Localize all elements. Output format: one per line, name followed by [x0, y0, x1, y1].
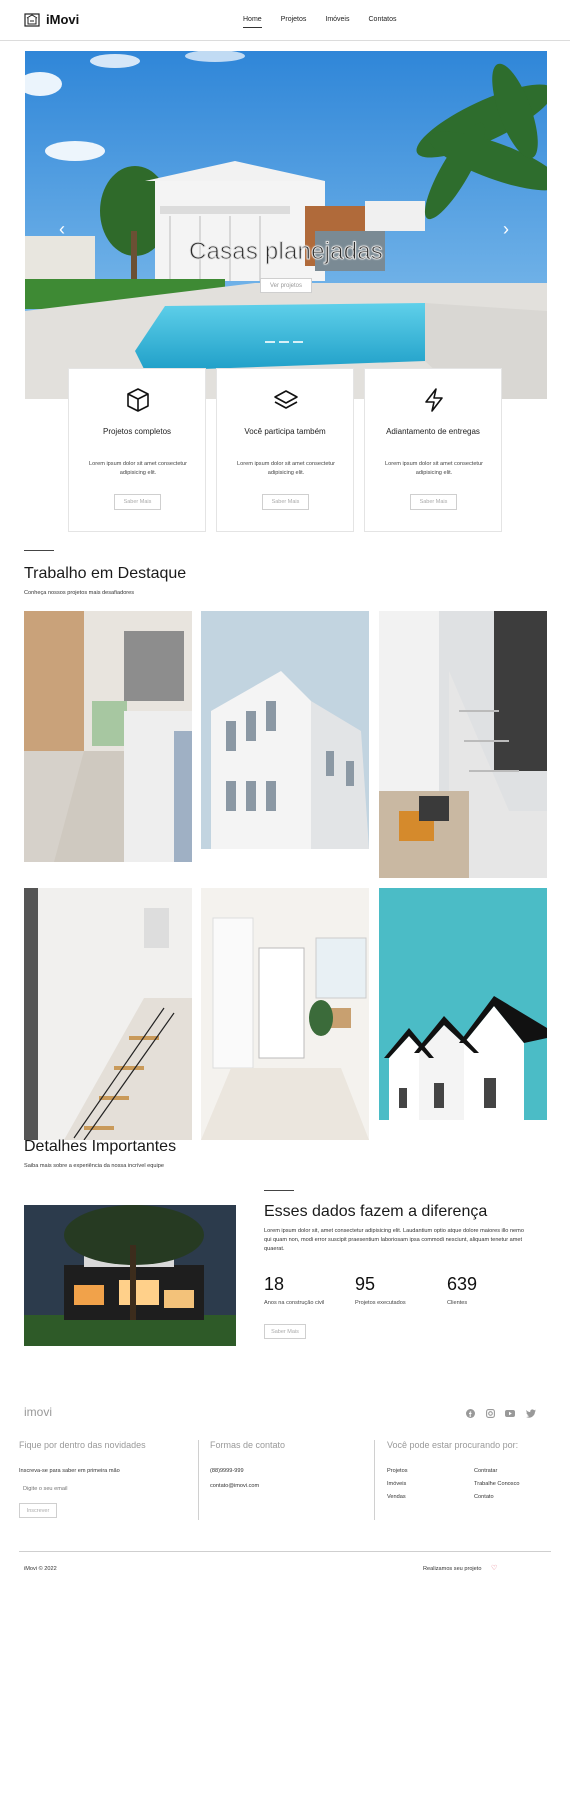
instagram-icon[interactable]	[486, 1409, 495, 1418]
footer-link-vendas[interactable]: Vendas	[387, 1494, 406, 1500]
data-section-title: Esses dados fazem a diferença	[264, 1203, 488, 1220]
section-divider	[24, 550, 54, 551]
layers-icon	[274, 390, 298, 409]
facebook-icon[interactable]	[466, 1409, 475, 1418]
gallery-image-interior-stairs[interactable]	[24, 888, 192, 1140]
lightning-icon	[425, 388, 443, 412]
saber-mais-button[interactable]: Saber Mais	[262, 494, 309, 510]
gallery-image-kitchen[interactable]	[24, 611, 192, 862]
twitter-icon[interactable]	[526, 1409, 536, 1418]
site-header: iMovi Home Projetos Imóveis Contatos	[0, 0, 570, 41]
carousel-dot[interactable]	[279, 341, 289, 343]
links-heading: Você pode estar procurando por:	[387, 1440, 519, 1450]
stat-clients-value: 639	[447, 1274, 478, 1294]
saber-mais-button[interactable]: Saber Mais	[410, 494, 457, 510]
feature-description: Lorem ipsum dolor sit amet consectetur a…	[237, 461, 335, 476]
footer-link-contratar[interactable]: Contratar	[474, 1468, 497, 1474]
feature-card: Você participa também Lorem ipsum dolor …	[216, 368, 354, 532]
feature-card: Projetos completos Lorem ipsum dolor sit…	[68, 368, 206, 532]
carousel-dot[interactable]	[265, 341, 275, 343]
section-divider	[264, 1190, 294, 1191]
feature-title: Projetos completos	[102, 427, 172, 436]
hero-title: Casas planejadas	[189, 238, 384, 266]
footer-link-projetos[interactable]: Projetos	[387, 1468, 408, 1474]
main-nav: Home Projetos Imóveis Contatos	[243, 16, 416, 28]
youtube-icon[interactable]	[505, 1409, 515, 1418]
details-house-image[interactable]	[24, 1205, 236, 1346]
nav-imoveis[interactable]: Imóveis	[325, 16, 349, 28]
footer-link-imoveis[interactable]: Imóveis	[387, 1481, 406, 1487]
hero-image	[25, 51, 547, 399]
stat-clients-label: Clientes	[447, 1300, 468, 1306]
copyright-text: iMovi © 2022	[24, 1566, 57, 1572]
footer-bottom-divider	[19, 1551, 551, 1552]
nav-projetos[interactable]: Projetos	[281, 16, 307, 28]
carousel-dot[interactable]	[293, 341, 303, 343]
gallery-image-gable-houses[interactable]	[379, 888, 547, 1120]
contact-phone[interactable]: (88)9999-999	[210, 1468, 244, 1474]
featured-title: Trabalho em Destaque	[24, 565, 187, 582]
footer-tagline: Realizamos seu projeto	[423, 1566, 482, 1572]
details-title: Detalhes Importantes	[24, 1138, 177, 1155]
stat-years-label: Anos na construção civil	[264, 1300, 325, 1306]
gallery-image-hallway[interactable]	[201, 888, 369, 1140]
email-input[interactable]	[19, 1483, 149, 1495]
data-section-text: Lorem ipsum dolor sit, amet consectetur …	[264, 1228, 524, 1252]
cube-icon	[127, 388, 149, 412]
stat-years-value: 18	[264, 1274, 285, 1294]
footer-link-trabalhe-conosco[interactable]: Trabalhe Conosco	[474, 1481, 520, 1487]
contact-heading: Formas de contato	[210, 1440, 286, 1450]
footer-brand[interactable]: imovi	[24, 1405, 52, 1419]
nav-home[interactable]: Home	[243, 16, 262, 28]
contact-email[interactable]: contato@imovi.com	[210, 1483, 259, 1489]
hero-carousel: ‹ › Casas planejadas Ver projetos	[25, 51, 547, 399]
footer-divider	[198, 1440, 199, 1520]
gallery-image-staircase[interactable]	[379, 611, 547, 878]
featured-subtitle: Conheça nossos projetos mais desafiadore…	[24, 590, 135, 596]
newsletter-heading: Fique por dentro das novidades	[19, 1440, 146, 1450]
footer-link-contato[interactable]: Contato	[474, 1494, 494, 1500]
feature-title: Você participa também	[244, 427, 326, 436]
carousel-prev-icon[interactable]: ‹	[59, 219, 65, 240]
gallery-image-building[interactable]	[201, 611, 369, 849]
feature-description: Lorem ipsum dolor sit amet consectetur a…	[89, 461, 187, 476]
carousel-indicators	[265, 341, 303, 343]
details-subtitle: Saiba mais sobre a experiência da nossa …	[24, 1163, 164, 1169]
house-logo-icon[interactable]	[24, 13, 40, 27]
carousel-next-icon[interactable]: ›	[503, 219, 509, 240]
newsletter-text: Inscreva-se para saber em primeira mão	[19, 1468, 120, 1474]
nav-contatos[interactable]: Contatos	[369, 16, 397, 28]
saber-mais-button[interactable]: Saber Mais	[264, 1324, 306, 1339]
feature-card: Adiantamento de entregas Lorem ipsum dol…	[364, 368, 502, 532]
footer-divider	[374, 1440, 375, 1520]
stat-projects-value: 95	[355, 1274, 376, 1294]
heart-icon: ♡	[491, 1565, 498, 1572]
stat-projects-label: Projetos executados	[355, 1300, 406, 1306]
brand-logo[interactable]: iMovi	[46, 12, 79, 27]
feature-title: Adiantamento de entregas	[386, 427, 480, 436]
feature-description: Lorem ipsum dolor sit amet consectetur a…	[385, 461, 483, 476]
saber-mais-button[interactable]: Saber Mais	[114, 494, 161, 510]
inscrever-button[interactable]: Inscrever	[19, 1503, 57, 1518]
ver-projetos-button[interactable]: Ver projetos	[260, 278, 312, 293]
